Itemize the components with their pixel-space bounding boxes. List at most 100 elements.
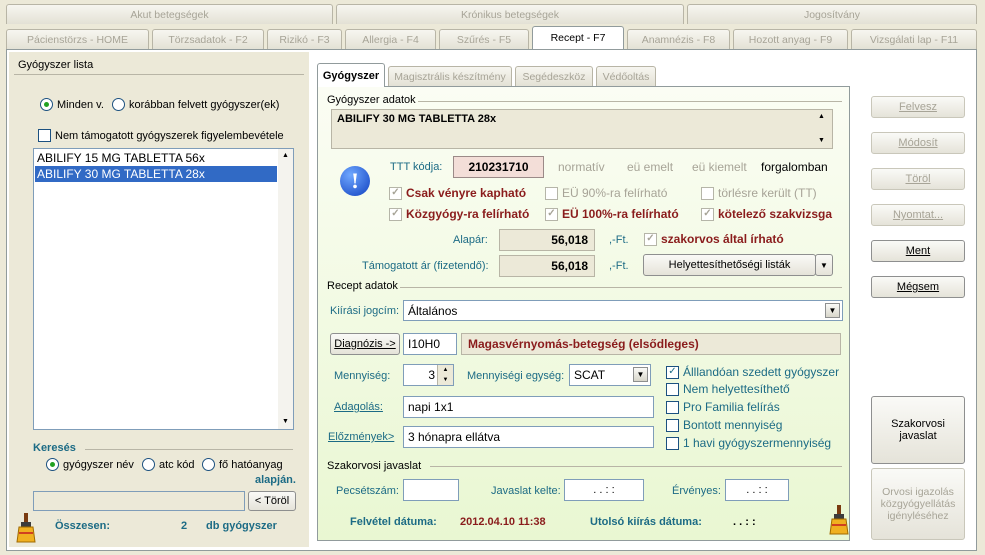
search-radio-ingredient[interactable]: fő hatóanyag <box>202 458 283 471</box>
tab-recept[interactable]: Recept - F7 <box>532 26 624 49</box>
adagolas-field[interactable]: napi 1x1 <box>403 396 654 418</box>
tab-vizsgalati[interactable]: Vizsgálati lap - F11 <box>851 29 977 49</box>
szakorvosi-javaslat-button[interactable]: Szakorvosi javaslat <box>871 396 965 464</box>
tamogatott-value: 56,018 <box>499 255 595 277</box>
subtab-magisztralis[interactable]: Magisztrális készítmény <box>388 66 512 86</box>
mennyiseg-spinner[interactable]: ▲ ▼ <box>437 365 453 385</box>
list-item-selected[interactable]: ABILIFY 30 MG TABLETTA 28x <box>35 166 277 182</box>
chk-nem-helyettesitheto[interactable]: Nem helyettesíthető <box>666 382 790 396</box>
drug-name-scroll-up[interactable]: ▲ <box>818 113 825 120</box>
scroll-down-icon[interactable]: ▼ <box>282 418 289 425</box>
search-separator <box>85 449 293 450</box>
broom-icon[interactable] <box>16 513 36 543</box>
tab-torzsadatok[interactable]: Törzsadatok - F2 <box>152 29 264 49</box>
search-radio-ingredient-circle[interactable] <box>202 458 215 471</box>
drug-data-title: Gyógyszer adatok <box>327 94 416 106</box>
chk-egy-havi[interactable]: 1 havi gyógyszermennyiség <box>666 436 831 450</box>
listbox-scrollbar[interactable] <box>278 149 293 429</box>
subtab-vedooltas[interactable]: Védőoltás <box>596 66 656 86</box>
ment-button[interactable]: Ment <box>871 240 965 262</box>
modosit-label: Módosít <box>898 137 938 149</box>
elozmenyek-label[interactable]: Előzmények> <box>328 431 394 443</box>
info-icon: ! <box>340 166 370 196</box>
chk-pro-familia-box[interactable] <box>666 400 679 414</box>
egyseg-label: Mennyiségi egység: <box>467 370 565 382</box>
radio-all[interactable]: Minden v. <box>40 98 104 111</box>
flag-normativ: normatív <box>558 160 605 174</box>
chk-pro-familia[interactable]: Pro Familia felírás <box>666 400 780 414</box>
orvosi-igazolas-button[interactable]: Orvosi igazolás közgyógyellátás igénylés… <box>871 468 965 540</box>
chk-egy-havi-label: 1 havi gyógyszermennyiség <box>683 436 832 450</box>
search-radio-name-circle[interactable] <box>46 458 59 471</box>
broom-icon[interactable] <box>829 505 849 535</box>
jogcim-dropdown-icon[interactable]: ▼ <box>825 303 840 318</box>
chk-allandoan[interactable]: ✓ Álllandóan szedett gyógyszer <box>666 365 839 379</box>
szakorvosi-title: Szakorvosi javaslat <box>327 460 422 472</box>
chk-unsupported-box[interactable] <box>38 129 51 142</box>
drug-list-title: Gyógyszer lista <box>18 59 94 71</box>
ervenyes-field[interactable]: . . : : <box>725 479 789 501</box>
alapar-value: 56,018 <box>499 229 595 251</box>
list-item[interactable]: ABILIFY 15 MG TABLETTA 56x <box>35 150 277 166</box>
chk-bontott-label: Bontott mennyiség <box>683 418 783 432</box>
drug-name: ABILIFY 30 MG TABLETTA 28x <box>337 113 497 125</box>
chk-unsupported[interactable]: Nem támogatott gyógyszerek figyelembevét… <box>38 129 284 142</box>
chk-eu90: EÜ 90%-ra felírható <box>545 186 667 200</box>
drug-name-scroll-down[interactable]: ▼ <box>818 137 825 144</box>
nyomtat-button[interactable]: Nyomtat... <box>871 204 965 226</box>
chk-egy-havi-box[interactable] <box>666 436 679 450</box>
tamogatott-label: Támogatott ár (fizetendő): <box>362 260 489 272</box>
tab-paciens[interactable]: Pácienstörzs - HOME <box>6 29 149 49</box>
radio-previous-circle[interactable] <box>112 98 125 111</box>
helyettesithetoseg-dropdown[interactable]: ▼ <box>815 254 833 276</box>
helyettesithetoseg-button[interactable]: Helyettesíthetőségi listák <box>643 254 816 276</box>
felvesz-label: Felvesz <box>899 101 937 113</box>
felvesz-button[interactable]: Felvesz <box>871 96 965 118</box>
tab-hozott[interactable]: Hozott anyag - F9 <box>733 29 848 49</box>
subtab-gyogyszer[interactable]: Gyógyszer <box>317 63 385 87</box>
subtab-segedeszkoz[interactable]: Segédeszköz <box>515 66 593 86</box>
chk-kozgyogy-box: ✓ <box>389 207 402 221</box>
tab-rizko[interactable]: Rizikó - F3 <box>267 29 342 49</box>
search-radio-name[interactable]: gyógyszer név <box>46 458 134 471</box>
chk-kotelezo-label: kötelező szakvizsga <box>718 207 833 221</box>
tab-anamnezis[interactable]: Anamnézis - F8 <box>627 29 730 49</box>
ervenyes-label: Érvényes: <box>672 485 721 497</box>
chk-torolve-box <box>701 186 714 200</box>
chk-kozgyogy-label: Közgyógy-ra felírható <box>406 207 530 221</box>
chk-kotelezo-box: ✓ <box>701 207 714 221</box>
chk-bontott[interactable]: Bontott mennyiség <box>666 418 782 432</box>
drug-listbox[interactable] <box>33 148 294 430</box>
egyseg-dropdown-icon[interactable]: ▼ <box>633 367 648 382</box>
pecsetszam-field[interactable] <box>403 479 459 501</box>
elozmenyek-field[interactable]: 3 hónapra ellátva <box>403 426 654 448</box>
chk-nem-helyettesitheto-box[interactable] <box>666 382 679 396</box>
recept-data-separator <box>400 287 842 288</box>
search-radio-atc[interactable]: atc kód <box>142 458 194 471</box>
search-input[interactable] <box>33 491 245 511</box>
drug-data-separator <box>418 101 842 102</box>
tab-allergia[interactable]: Allergia - F4 <box>345 29 436 49</box>
tab-akut[interactable]: Akut betegségek <box>6 4 333 24</box>
javaslat-kelte-field[interactable]: . . : : <box>564 479 644 501</box>
tab-jogositvany[interactable]: Jogosítvány <box>687 4 977 24</box>
tab-kronikus[interactable]: Krónikus betegségek <box>336 4 684 24</box>
diagnozis-button[interactable]: Diagnózis -> <box>330 333 400 355</box>
tab-szures[interactable]: Szűrés - F5 <box>439 29 529 49</box>
diag-code-field[interactable]: I10H0 <box>403 333 457 355</box>
jogcim-select[interactable]: Általános <box>403 300 843 321</box>
chk-bontott-box[interactable] <box>666 418 679 432</box>
scroll-up-icon[interactable]: ▲ <box>282 152 289 159</box>
clear-search-button[interactable]: < Töröl <box>248 491 296 511</box>
torol-button[interactable]: Töröl <box>871 168 965 190</box>
megsem-button[interactable]: Mégsem <box>871 276 965 298</box>
search-title: Keresés <box>33 442 76 454</box>
alapar-currency: ,-Ft. <box>609 234 629 246</box>
diagnozis-label: Diagnózis -> <box>334 338 396 350</box>
modosit-button[interactable]: Módosít <box>871 132 965 154</box>
radio-all-circle[interactable] <box>40 98 53 111</box>
utolso-value: . . : : <box>733 516 756 528</box>
search-radio-atc-circle[interactable] <box>142 458 155 471</box>
radio-previous[interactable]: korábban felvett gyógyszer(ek) <box>112 98 279 111</box>
chk-allandoan-box[interactable]: ✓ <box>666 365 679 379</box>
